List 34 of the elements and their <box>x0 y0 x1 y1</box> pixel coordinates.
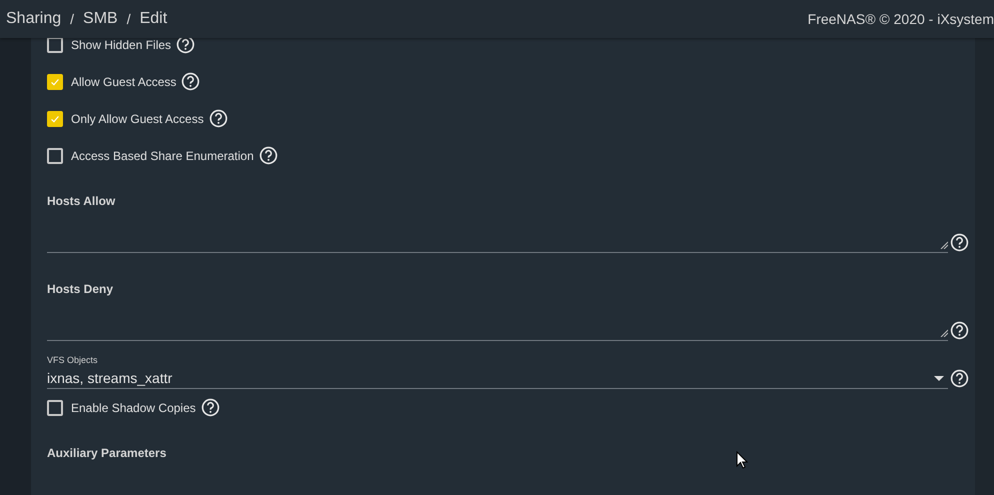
checkbox-label: Allow Guest Access <box>71 74 176 88</box>
checkbox-label: Enable Shadow Copies <box>71 400 196 414</box>
select-field[interactable]: VFS Objects ixnas, streams_xattr <box>47 355 948 389</box>
copyright-text: FreeNAS® © 2020 - iXsystem <box>808 11 994 27</box>
help-icon[interactable] <box>950 369 969 388</box>
field-label: VFS Objects <box>47 355 99 365</box>
help-icon[interactable] <box>258 146 278 165</box>
checkbox[interactable] <box>47 148 63 164</box>
breadcrumb-link[interactable]: Sharing <box>6 10 62 28</box>
checkbox-label: Access Based Share Enumeration <box>71 148 254 162</box>
dropdown-arrow-icon <box>934 376 944 380</box>
breadcrumb-separator: / <box>126 11 131 27</box>
help-icon[interactable] <box>208 109 228 128</box>
checkbox[interactable] <box>47 400 63 416</box>
checkbox[interactable] <box>47 74 63 90</box>
mouse-cursor-icon <box>736 451 748 469</box>
help-icon[interactable] <box>950 321 969 340</box>
help-icon[interactable] <box>200 398 220 417</box>
checkbox[interactable] <box>47 36 63 52</box>
field-label: Hosts Allow <box>47 194 116 208</box>
help-icon[interactable] <box>950 233 969 252</box>
checkbox[interactable] <box>47 110 63 126</box>
field-label: Auxiliary Parameters <box>47 446 168 460</box>
resize-grip-icon <box>940 329 948 337</box>
breadcrumb-link[interactable]: Edit <box>140 10 168 28</box>
checkbox-label: Only Allow Guest Access <box>71 112 204 126</box>
resize-grip-icon <box>940 241 948 249</box>
select-value: ixnas, streams_xattr <box>47 370 172 386</box>
help-icon[interactable] <box>181 72 200 91</box>
checkbox-label: Show Hidden Files <box>71 38 172 52</box>
breadcrumb-link[interactable]: SMB <box>83 10 118 28</box>
field-label: Hosts Deny <box>47 282 114 296</box>
breadcrumb-separator: / <box>70 11 74 27</box>
help-icon[interactable] <box>176 35 196 54</box>
